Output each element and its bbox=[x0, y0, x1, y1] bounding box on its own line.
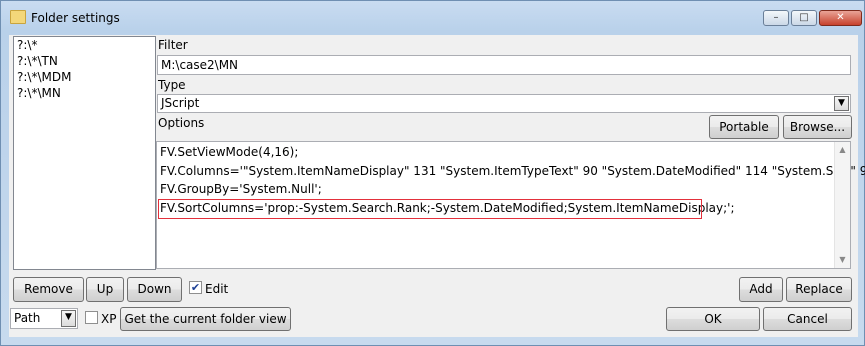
down-button[interactable]: Down bbox=[127, 277, 182, 302]
close-button[interactable]: ✕ bbox=[819, 10, 862, 26]
replace-button[interactable]: Replace bbox=[786, 277, 852, 302]
options-line: FV.SetViewMode(4,16); bbox=[160, 145, 299, 159]
maximize-icon: □ bbox=[799, 12, 809, 23]
edit-checkbox[interactable]: ✔ bbox=[189, 281, 202, 294]
close-icon: ✕ bbox=[836, 12, 845, 23]
window-title: Folder settings bbox=[31, 11, 120, 25]
folder-icon bbox=[10, 10, 26, 24]
type-select-value: JScript bbox=[161, 96, 200, 110]
get-current-folder-view-button[interactable]: Get the current folder view bbox=[120, 307, 291, 331]
minimize-button[interactable]: – bbox=[763, 10, 789, 26]
path-select-value: Path bbox=[14, 311, 41, 325]
remove-button[interactable]: Remove bbox=[13, 277, 84, 302]
edit-checkbox-label: Edit bbox=[205, 282, 229, 296]
ok-button[interactable]: OK bbox=[666, 307, 760, 331]
chevron-down-icon[interactable]: ▼ bbox=[834, 96, 849, 111]
browse-button[interactable]: Browse... bbox=[783, 115, 852, 139]
scroll-down-icon[interactable]: ▼ bbox=[835, 252, 850, 268]
type-label: Type bbox=[158, 78, 186, 92]
up-button[interactable]: Up bbox=[86, 277, 124, 302]
options-label: Options bbox=[158, 116, 205, 130]
chevron-down-icon[interactable]: ▼ bbox=[61, 310, 76, 327]
filter-input[interactable]: M:\case2\MN bbox=[157, 55, 851, 75]
type-select[interactable]: JScript ▼ bbox=[157, 94, 851, 113]
list-item[interactable]: ?:\*\MDM bbox=[14, 69, 155, 85]
maximize-button[interactable]: □ bbox=[791, 10, 817, 26]
xp-checkbox[interactable] bbox=[85, 311, 98, 324]
title-bar[interactable]: Folder settings – □ ✕ bbox=[1, 1, 864, 35]
dialog-client: ?:\* ?:\*\TN ?:\*\MDM ?:\*\MN Filter M:\… bbox=[9, 35, 865, 337]
options-line: FV.GroupBy='System.Null'; bbox=[160, 182, 322, 196]
xp-checkbox-label: XP bbox=[101, 312, 117, 326]
folder-settings-window: Folder settings – □ ✕ ?:\* ?:\*\TN ?:\*\… bbox=[0, 0, 865, 346]
portable-button[interactable]: Portable bbox=[709, 115, 779, 139]
options-scrollbar[interactable]: ▲ ▼ bbox=[834, 142, 850, 268]
filter-label: Filter bbox=[158, 38, 188, 52]
highlight-box bbox=[158, 199, 702, 219]
list-item[interactable]: ?:\*\TN bbox=[14, 53, 155, 69]
add-button[interactable]: Add bbox=[739, 277, 783, 302]
cancel-button[interactable]: Cancel bbox=[763, 307, 852, 331]
options-line: FV.Columns='"System.ItemNameDisplay" 131… bbox=[160, 164, 865, 178]
options-editor[interactable]: FV.SetViewMode(4,16); FV.Columns='"Syste… bbox=[156, 141, 865, 269]
path-select[interactable]: Path ▼ bbox=[10, 308, 78, 329]
scroll-up-icon[interactable]: ▲ bbox=[835, 142, 850, 158]
minimize-icon: – bbox=[773, 12, 779, 23]
folder-pattern-list[interactable]: ?:\* ?:\*\TN ?:\*\MDM ?:\*\MN bbox=[13, 36, 156, 270]
list-item[interactable]: ?:\*\MN bbox=[14, 85, 155, 101]
list-item[interactable]: ?:\* bbox=[14, 37, 155, 53]
